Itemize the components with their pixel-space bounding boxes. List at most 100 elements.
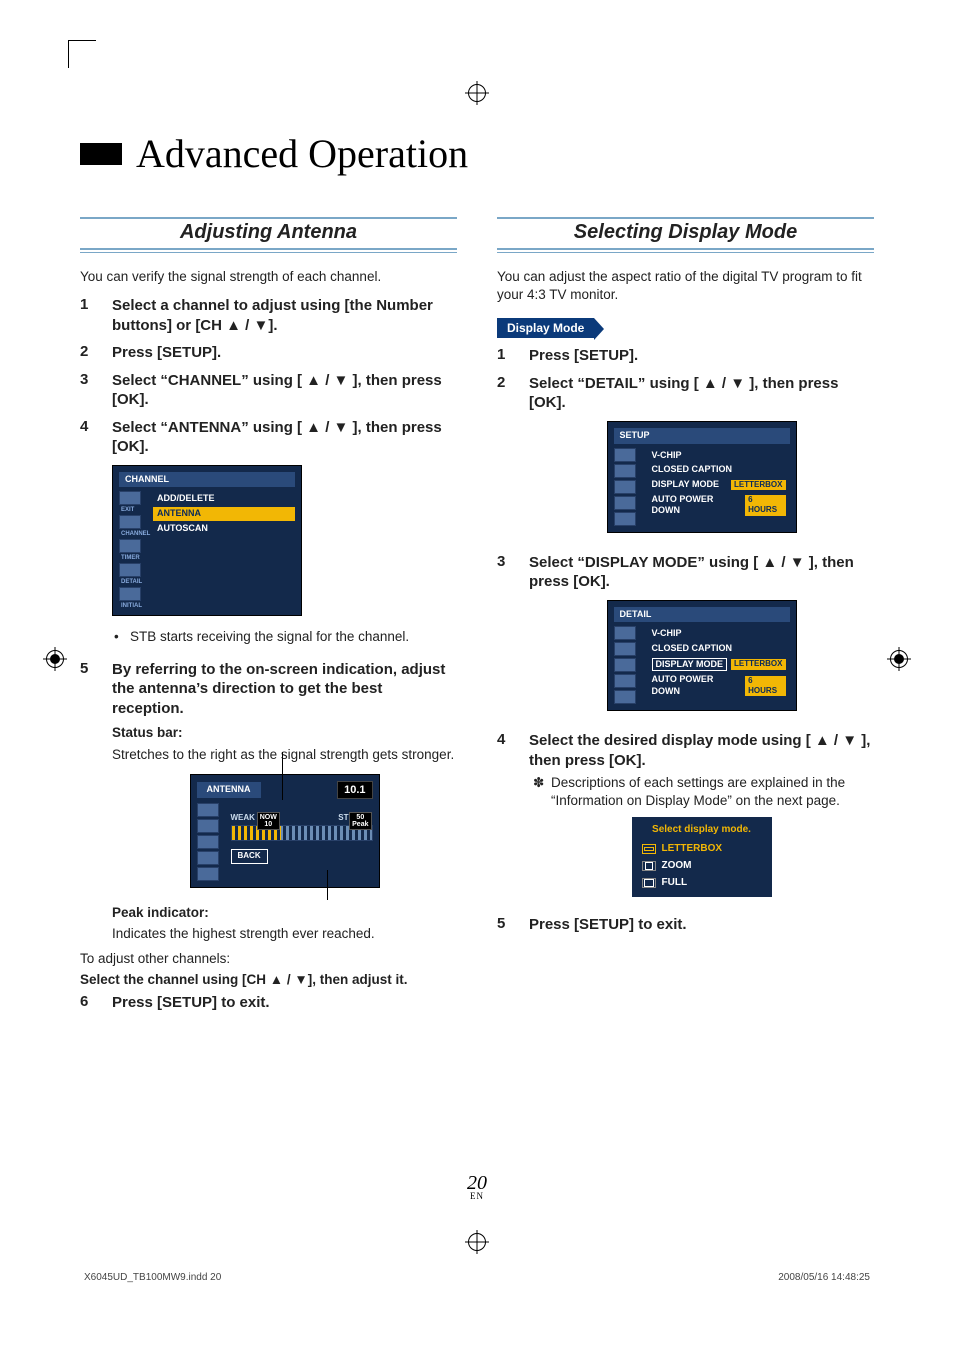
adjust-other-channels: To adjust other channels: — [80, 951, 457, 966]
osd-side-icons — [614, 626, 644, 704]
osd-title: CHANNEL — [119, 472, 295, 488]
crop-mark — [68, 40, 96, 68]
signal-strength-bar: NOW10 50Peak — [231, 825, 373, 841]
step-number: 4 — [497, 731, 515, 907]
detail-icon — [197, 851, 219, 865]
option-zoom: ZOOM — [638, 857, 766, 874]
step-1-text: Select a channel to adjust using [the Nu… — [112, 296, 457, 335]
adjust-other-instruction: Select the channel using [CH ▲ / ▼], the… — [80, 972, 457, 987]
osd-item-auto-power-down: AUTO POWER DOWN 6 HOURS — [648, 493, 790, 518]
step-3-text: Select “DISPLAY MODE” using [ ▲ / ▼ ], t… — [529, 553, 874, 724]
detail-icon — [614, 674, 636, 688]
channel-icon — [614, 464, 636, 478]
timer-icon — [197, 835, 219, 849]
registration-mark-right — [890, 650, 908, 668]
zoom-icon — [642, 861, 656, 871]
page-number-lang: EN — [0, 1191, 954, 1201]
step-5-main: By referring to the on-screen indication… — [112, 661, 445, 717]
intro-text: You can adjust the aspect ratio of the d… — [497, 268, 874, 304]
step-5-text: Press [SETUP] to exit. — [529, 915, 874, 935]
back-button-graphic: BACK — [231, 849, 268, 863]
step-number: 4 — [80, 418, 98, 652]
step-number: 5 — [497, 915, 515, 935]
section-header-selecting-display-mode: Selecting Display Mode — [497, 217, 874, 250]
bullet-dot: • — [114, 628, 122, 646]
step-4-note: Descriptions of each settings are explai… — [551, 774, 874, 809]
step-2-text: Select “DETAIL” using [ ▲ / ▼ ], then pr… — [529, 374, 874, 545]
initial-icon — [197, 867, 219, 881]
step-number: 2 — [80, 343, 98, 363]
osd-title: SETUP — [614, 428, 790, 444]
step-number: 6 — [80, 993, 98, 1013]
page-number: 20 EN — [0, 1172, 954, 1201]
title-bar-decoration — [80, 143, 122, 165]
leader-line — [327, 870, 328, 900]
osd-item-vchip: V-CHIP — [648, 627, 790, 641]
exit-icon — [197, 803, 219, 817]
letterbox-icon — [642, 844, 656, 854]
weak-label: WEAK — [231, 813, 255, 823]
osd-side-icons — [197, 803, 227, 881]
step-4-bullet: STB starts receiving the signal for the … — [130, 628, 409, 646]
osd-item-autoscan: AUTOSCAN — [153, 522, 295, 536]
section-header-text: Adjusting Antenna — [80, 221, 457, 244]
osd-item-add-delete: ADD/DELETE — [153, 492, 295, 506]
step-4-text: Select the desired display mode using [ … — [529, 731, 874, 907]
osd-select-header: Select display mode. — [638, 823, 766, 836]
osd-antenna-title: ANTENNA — [197, 782, 261, 798]
channel-icon — [197, 819, 219, 833]
step-1-text: Press [SETUP]. — [529, 346, 874, 366]
detail-icon — [119, 563, 141, 577]
step-4-text: Select “ANTENNA” using [ ▲ / ▼ ], then p… — [112, 418, 457, 652]
timer-icon — [119, 539, 141, 553]
registration-mark-top — [468, 84, 486, 102]
step-number: 3 — [497, 553, 515, 724]
section-header-text: Selecting Display Mode — [497, 221, 874, 244]
osd-item-display-mode: DISPLAY MODE LETTERBOX — [648, 478, 790, 492]
osd-detail-screenshot: DETAIL V-CHIP — [607, 600, 797, 712]
exit-icon — [119, 491, 141, 505]
exit-icon — [614, 626, 636, 640]
osd-select-display-mode: Select display mode. LETTERBOX ZOOM — [632, 817, 772, 897]
step-6-text: Press [SETUP] to exit. — [112, 993, 457, 1013]
step-number: 1 — [497, 346, 515, 366]
timer-icon — [614, 480, 636, 494]
left-column: Adjusting Antenna You can verify the sig… — [80, 217, 457, 1020]
osd-item-vchip: V-CHIP — [648, 449, 790, 463]
leader-line — [282, 752, 283, 800]
now-indicator: NOW10 — [257, 812, 280, 830]
status-bar-label: Status bar: — [112, 724, 457, 742]
option-letterbox-selected: LETTERBOX — [638, 840, 766, 857]
osd-item-antenna-selected: ANTENNA — [153, 507, 295, 521]
note-asterisk: ✽ — [533, 774, 545, 809]
step-number: 1 — [80, 296, 98, 335]
exit-icon — [614, 448, 636, 462]
osd-item-display-mode-selected: DISPLAY MODE LETTERBOX — [648, 657, 790, 673]
peak-indicator-description: Indicates the highest strength ever reac… — [112, 925, 457, 943]
section-header-adjusting-antenna: Adjusting Antenna — [80, 217, 457, 250]
osd-item-closed-caption: CLOSED CAPTION — [648, 642, 790, 656]
initial-icon — [614, 690, 636, 704]
initial-icon — [119, 587, 141, 601]
step-5-text: By referring to the on-screen indication… — [112, 660, 457, 943]
step-2-text: Press [SETUP]. — [112, 343, 457, 363]
peak-indicator-label: Peak indicator: — [112, 904, 457, 922]
timer-icon — [614, 658, 636, 672]
osd-side-icons: EXIT CHANNEL TIMER DETAIL INITIAL — [119, 491, 149, 609]
osd-channel-number: 10.1 — [337, 781, 372, 799]
footer-timestamp: 2008/05/16 14:48:25 — [778, 1272, 870, 1283]
step-number: 5 — [80, 660, 98, 943]
display-mode-label: Display Mode — [497, 318, 594, 338]
osd-side-icons — [614, 448, 644, 526]
detail-icon — [614, 496, 636, 510]
registration-mark-bottom — [468, 1233, 486, 1251]
step-3-text: Select “CHANNEL” using [ ▲ / ▼ ], then p… — [112, 371, 457, 410]
osd-title: DETAIL — [614, 607, 790, 623]
step-number: 2 — [497, 374, 515, 545]
footer-filename: X6045UD_TB100MW9.indd 20 — [84, 1272, 221, 1283]
osd-item-closed-caption: CLOSED CAPTION — [648, 463, 790, 477]
page-title: Advanced Operation — [136, 130, 468, 177]
option-full: FULL — [638, 874, 766, 891]
intro-text: You can verify the signal strength of ea… — [80, 268, 457, 286]
peak-indicator: 50Peak — [349, 812, 371, 830]
